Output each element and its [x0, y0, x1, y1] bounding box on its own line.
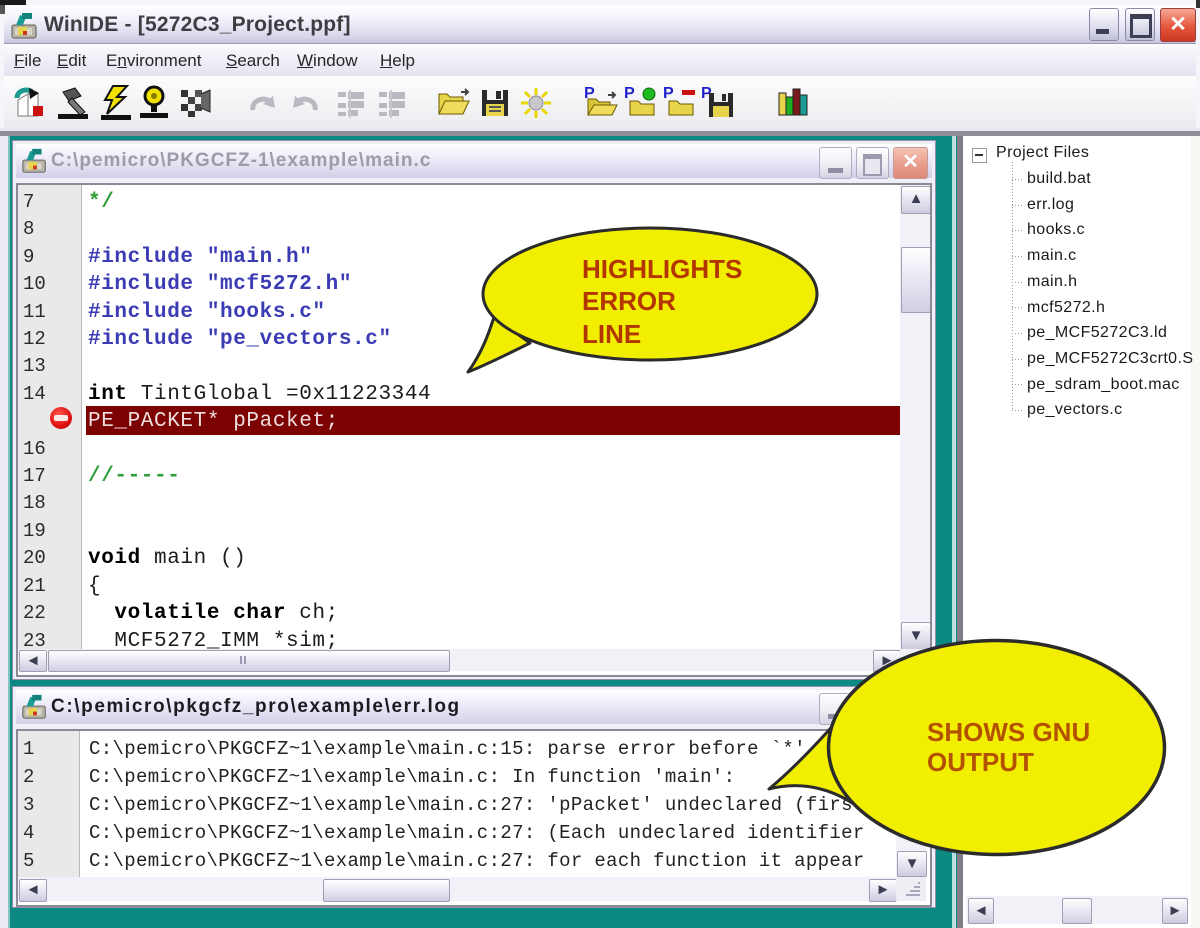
svg-text:ERROR: ERROR: [582, 286, 676, 316]
svg-text:P: P: [624, 85, 635, 102]
svg-text:P: P: [663, 85, 674, 102]
svg-text:OUTPUT: OUTPUT: [927, 747, 1034, 777]
svg-text:SHOWS GNU: SHOWS GNU: [927, 717, 1090, 747]
svg-text:HIGHLIGHTS: HIGHLIGHTS: [582, 254, 742, 284]
svg-text:LINE: LINE: [582, 319, 641, 349]
